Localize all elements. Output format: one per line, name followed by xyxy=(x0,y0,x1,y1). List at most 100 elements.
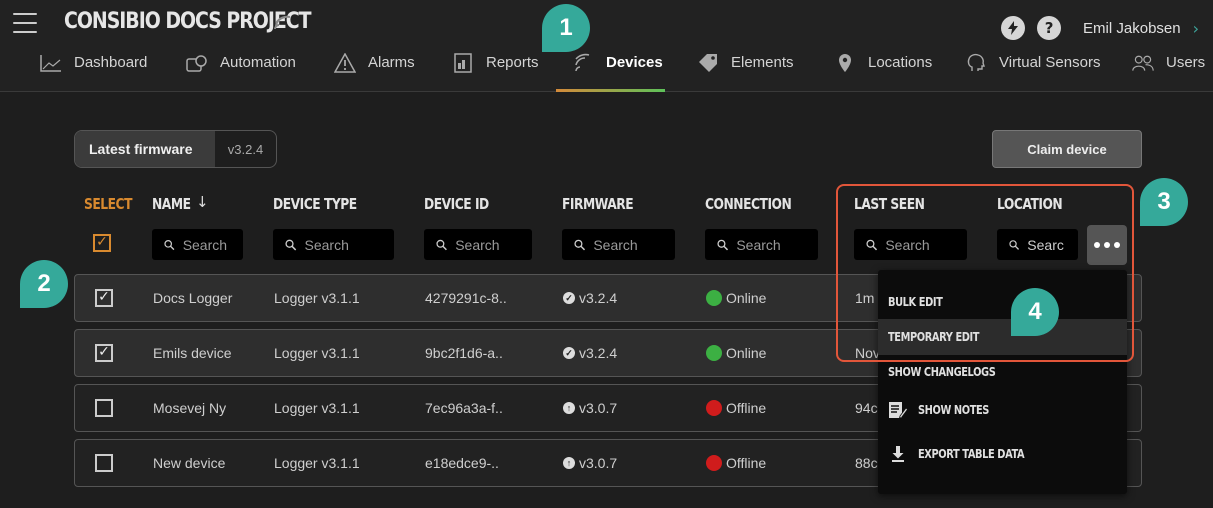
check-circle-icon: ✓ xyxy=(563,347,575,359)
upgrade-arrow-icon: ↑ xyxy=(563,457,575,469)
tab-virtual-sensors[interactable]: Virtual Sensors xyxy=(965,52,1100,92)
wireless-icon xyxy=(572,52,594,74)
tab-elements[interactable]: Elements xyxy=(697,54,794,92)
device-firmware: ↑ v3.0.7 xyxy=(563,385,617,431)
device-id: e18edce9-.. xyxy=(425,455,499,471)
search-firmware xyxy=(562,229,675,260)
menu-item-show-changelogs[interactable]: SHOW CHANGELOGS xyxy=(878,354,1127,390)
tab-users[interactable]: Users xyxy=(1132,54,1205,92)
user-area: ? Emil Jakobsen › xyxy=(1001,16,1199,40)
tab-automation[interactable]: Automation xyxy=(186,54,296,92)
device-name: Mosevej Ny xyxy=(153,400,227,416)
row-checkbox[interactable] xyxy=(95,454,113,472)
device-last-seen: 1m xyxy=(855,290,875,306)
menu-item-export-table-data[interactable]: EXPORT TABLE DATA xyxy=(878,436,1127,472)
brain-icon xyxy=(965,52,987,74)
search-input-device-type[interactable] xyxy=(304,236,394,253)
search-device-type xyxy=(273,229,394,260)
callout-3: 3 xyxy=(1140,178,1188,226)
tab-alarms[interactable]: Alarms xyxy=(334,52,415,92)
device-name: Emils device xyxy=(153,345,232,361)
menu-icon[interactable] xyxy=(13,13,37,33)
online-status-icon xyxy=(706,290,722,306)
automation-icon xyxy=(186,52,208,74)
col-last-seen[interactable]: LAST SEEN xyxy=(854,195,925,213)
device-type: Logger v3.1.1 xyxy=(274,290,360,306)
device-firmware: ↑ v3.0.7 xyxy=(563,440,617,486)
device-connection: Online xyxy=(706,330,766,376)
warning-triangle-icon xyxy=(334,52,356,74)
search-connection xyxy=(705,229,818,260)
row-checkbox[interactable] xyxy=(95,399,113,417)
row-checkbox[interactable]: ✓ xyxy=(95,289,113,307)
flash-icon[interactable] xyxy=(1001,16,1026,40)
select-all-checkbox[interactable]: ✓ xyxy=(93,234,111,252)
tab-devices[interactable]: Devices xyxy=(572,52,663,92)
col-connection[interactable]: CONNECTION xyxy=(705,195,792,213)
device-connection: Online xyxy=(706,275,766,321)
callout-4: 4 xyxy=(1011,288,1059,336)
offline-status-icon xyxy=(706,400,722,416)
search-icon xyxy=(866,239,878,250)
device-name: Docs Logger xyxy=(153,290,233,306)
device-last-seen: Nov xyxy=(855,345,880,361)
latest-firmware-badge: Latest firmware v3.2.4 xyxy=(74,130,277,168)
upgrade-arrow-icon: ↑ xyxy=(563,402,575,414)
col-device-id[interactable]: DEVICE ID xyxy=(424,195,489,213)
search-input-device-id[interactable] xyxy=(455,236,532,253)
search-input-firmware[interactable] xyxy=(593,236,675,253)
active-tab-indicator xyxy=(556,89,665,92)
search-icon xyxy=(574,239,586,250)
sort-down-icon[interactable]: ↓ xyxy=(196,193,209,211)
user-name[interactable]: Emil Jakobsen xyxy=(1083,20,1181,37)
chart-line-icon xyxy=(40,52,62,74)
tag-icon xyxy=(697,52,719,74)
claim-device-button[interactable]: Claim device xyxy=(992,130,1142,168)
search-device-id xyxy=(424,229,532,260)
callout-1: 1 xyxy=(542,4,590,52)
col-firmware[interactable]: FIRMWARE xyxy=(562,195,634,213)
menu-item-temporary-edit[interactable]: TEMPORARY EDIT xyxy=(878,319,1127,355)
search-icon xyxy=(436,239,447,250)
search-icon xyxy=(717,239,729,250)
more-options-menu: BULK EDIT TEMPORARY EDIT SHOW CHANGELOGS… xyxy=(878,270,1127,494)
device-firmware: ✓ v3.2.4 xyxy=(563,275,617,321)
search-location xyxy=(997,229,1078,260)
download-icon xyxy=(892,446,904,462)
menu-item-bulk-edit[interactable]: BULK EDIT xyxy=(878,284,1127,320)
more-options-button[interactable] xyxy=(1087,225,1127,265)
search-input-connection[interactable] xyxy=(736,236,818,253)
map-pin-icon xyxy=(834,52,856,74)
help-icon[interactable]: ? xyxy=(1037,16,1062,40)
menu-item-show-notes[interactable]: SHOW NOTES xyxy=(878,392,1127,428)
wireless-icon xyxy=(274,15,291,30)
row-checkbox[interactable]: ✓ xyxy=(95,344,113,362)
device-name: New device xyxy=(153,455,226,471)
search-input-location[interactable] xyxy=(1027,236,1078,253)
col-device-type[interactable]: DEVICE TYPE xyxy=(273,195,357,213)
search-input-name[interactable] xyxy=(182,236,243,253)
col-location[interactable]: LOCATION xyxy=(997,195,1063,213)
device-last-seen: 88c xyxy=(855,455,878,471)
device-firmware: ✓ v3.2.4 xyxy=(563,330,617,376)
offline-status-icon xyxy=(706,455,722,471)
device-last-seen: 94c xyxy=(855,400,878,416)
search-input-last-seen[interactable] xyxy=(885,236,967,253)
device-type: Logger v3.1.1 xyxy=(274,345,360,361)
tab-reports[interactable]: Reports xyxy=(452,53,539,92)
search-icon xyxy=(285,239,297,250)
device-id: 4279291c-8.. xyxy=(425,290,507,306)
col-name[interactable]: NAME xyxy=(152,195,191,213)
search-last-seen xyxy=(854,229,967,260)
tab-locations[interactable]: Locations xyxy=(834,54,932,92)
users-icon xyxy=(1132,52,1154,74)
search-icon xyxy=(1009,239,1020,250)
callout-2: 2 xyxy=(20,260,68,308)
chevron-right-icon[interactable]: › xyxy=(1193,19,1199,38)
device-id: 9bc2f1d6-a.. xyxy=(425,345,503,361)
tab-dashboard[interactable]: Dashboard xyxy=(40,54,147,92)
col-select: SELECT xyxy=(84,195,132,213)
device-type: Logger v3.1.1 xyxy=(274,400,360,416)
device-connection: Offline xyxy=(706,440,766,486)
search-name xyxy=(152,229,243,260)
